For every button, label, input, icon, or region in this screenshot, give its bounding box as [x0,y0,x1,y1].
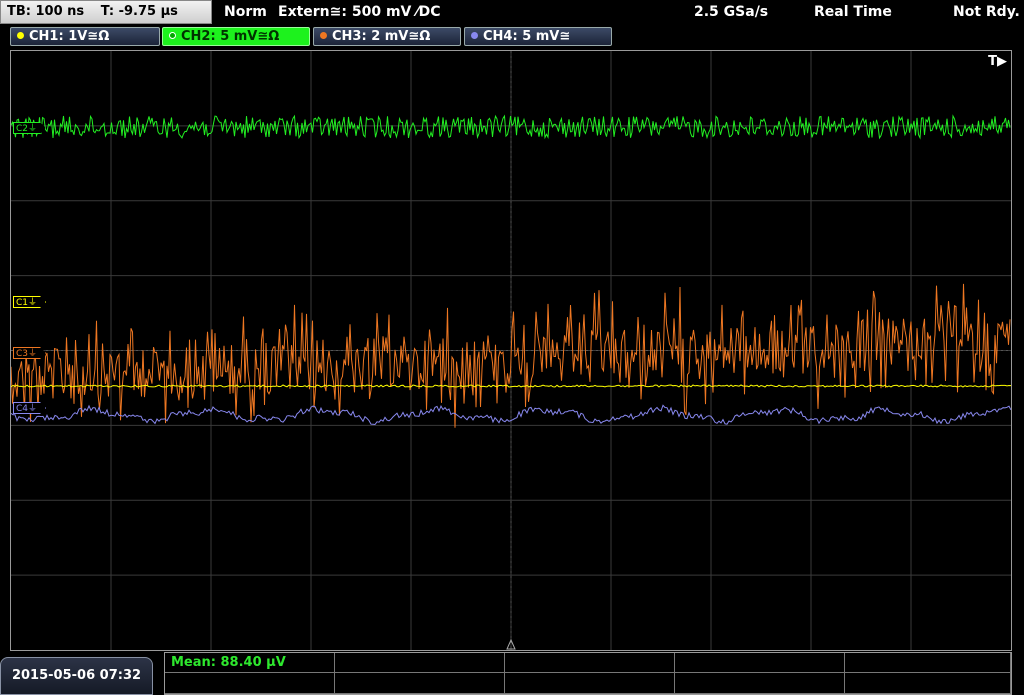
trigger-time-value: T: -9.75 µs [100,4,178,19]
ch4-offset-marker[interactable]: C4⏚ [13,402,46,414]
graticule-and-traces [11,51,1011,650]
measurement-cell [675,673,845,694]
measurement-cell [845,673,1011,694]
channel-tab-ch4[interactable]: CH4: 5 mV≅ [464,27,612,46]
measurement-cell [505,653,675,673]
channel-tab-label: CH3: 2 mV≅Ω [332,29,431,44]
trigger-mode[interactable]: Norm [224,4,267,20]
channel-tab-ch1[interactable]: CH1: 1V≅Ω [10,27,160,46]
channel-tab-label: CH4: 5 mV≅ [483,29,571,44]
measurement-cell [675,653,845,673]
waveform-display[interactable]: T▶ C2⏚ C1⏚ C3⏚ C4⏚ [10,50,1012,651]
ch3-offset-marker[interactable]: C3⏚ [13,347,46,359]
ch2-offset-marker[interactable]: C2⏚ [13,122,46,134]
datetime-display: 2015-05-06 07:32 [0,657,153,695]
sample-rate[interactable]: 2.5 GSa/s [694,4,768,20]
measurement-cell [165,673,335,694]
ready-state: Not Rdy. [953,4,1020,20]
mean-measurement: Mean: 88.40 µV [171,655,286,670]
measurement-cell [845,653,1011,673]
measurement-cell [505,673,675,694]
acquisition-mode[interactable]: Real Time [814,4,892,20]
measurement-cell [335,653,505,673]
status-bar: TB: 100 ns T: -9.75 µs Norm Extern≅: 500… [0,0,1024,26]
trigger-position-marker[interactable]: T▶ [988,54,1007,69]
trigger-source[interactable]: Extern≅: 500 mV ⁄DC [278,4,440,20]
channel-tab-ch2[interactable]: CH2: 5 mV≅Ω [162,27,310,46]
channel-bar: CH1: 1V≅Ω CH2: 5 mV≅Ω CH3: 2 mV≅Ω CH4: 5… [0,26,1024,48]
ch3-color-dot [320,32,327,39]
timebase-value: TB: 100 ns [7,4,85,19]
channel-tab-label: CH2: 5 mV≅Ω [181,29,280,44]
channel-tab-ch3[interactable]: CH3: 2 mV≅Ω [313,27,461,46]
channel-tab-label: CH1: 1V≅Ω [29,29,110,44]
ch1-offset-marker[interactable]: C1⏚ [13,296,46,308]
ch4-color-dot [471,32,478,39]
measurement-panel[interactable]: Mean: 88.40 µV [164,652,1012,695]
timebase-box[interactable]: TB: 100 ns T: -9.75 µs [0,0,212,24]
measurement-cell [335,673,505,694]
ch2-color-dot [169,32,176,39]
ch1-color-dot [17,32,24,39]
